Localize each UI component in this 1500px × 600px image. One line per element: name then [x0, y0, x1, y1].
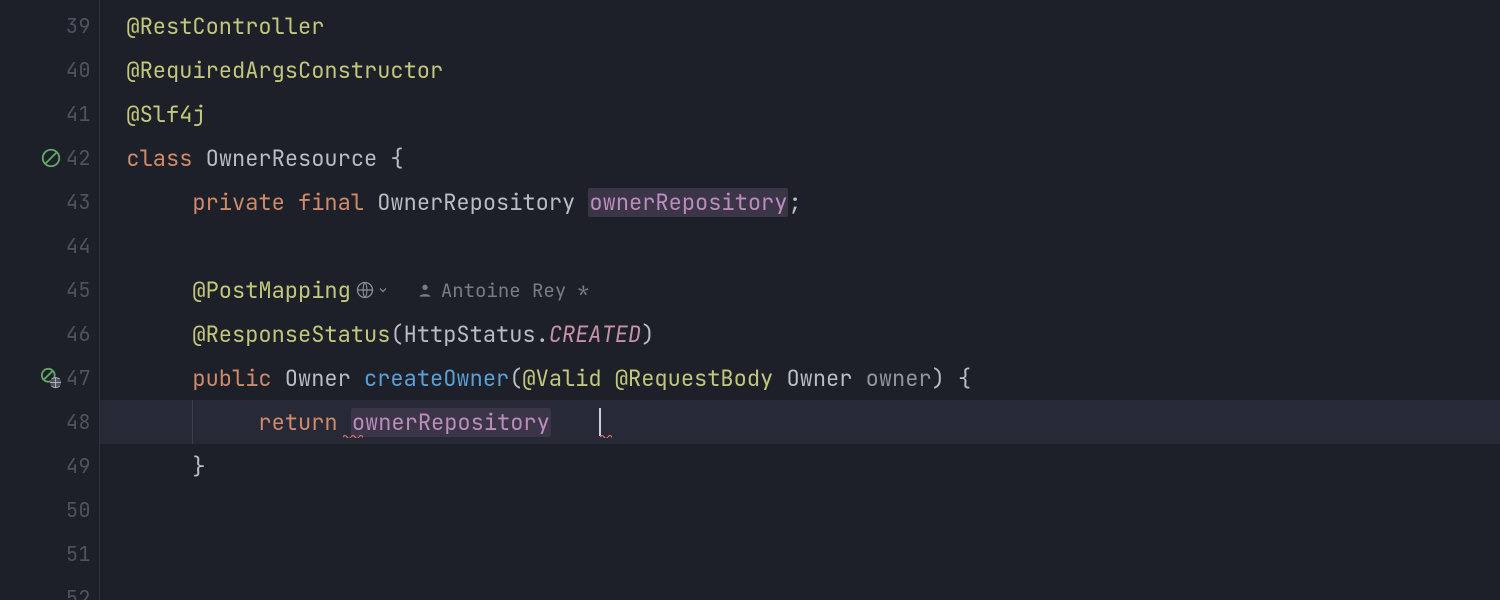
line-number: 39	[66, 13, 91, 39]
gutter-row[interactable]: 43	[0, 180, 99, 224]
chevron-down-icon	[377, 284, 389, 296]
gutter-row[interactable]: 48	[0, 400, 99, 444]
code-line[interactable]: class OwnerResource {	[100, 136, 1500, 180]
line-number: 48	[66, 409, 91, 435]
gutter-row[interactable]: 39	[0, 4, 99, 48]
line-number: 52	[66, 585, 91, 600]
line-number: 46	[66, 321, 91, 347]
author-name: Antoine Rey *	[441, 278, 589, 303]
brace: }	[192, 452, 205, 481]
annotation: @Slf4j	[126, 100, 205, 129]
code-line[interactable]	[100, 576, 1500, 600]
punct: (	[390, 320, 403, 349]
code-line[interactable]: private final OwnerRepository ownerRepos…	[100, 180, 1500, 224]
annotation: @RestController	[126, 12, 324, 41]
endpoint-icon[interactable]	[40, 367, 62, 389]
code-line[interactable]: @RestController	[100, 4, 1500, 48]
annotation: @ResponseStatus	[192, 320, 390, 349]
code-area[interactable]: @RestController @RequiredArgsConstructor…	[100, 0, 1500, 600]
type: Owner	[272, 364, 364, 393]
param: owner	[866, 364, 932, 393]
code-line-current[interactable]: return ownerRepository	[100, 400, 1500, 444]
code-line[interactable]: @ResponseStatus(HttpStatus.CREATED)	[100, 312, 1500, 356]
annotation: @PostMapping	[192, 276, 350, 305]
punct: ;	[788, 188, 801, 217]
line-number: 42	[66, 145, 91, 171]
type: Owner	[786, 364, 865, 393]
author-inlay-hint[interactable]: Antoine Rey *	[417, 278, 589, 303]
code-line[interactable]: public Owner createOwner(@Valid @Request…	[100, 356, 1500, 400]
gutter-row[interactable]: 44	[0, 224, 99, 268]
keyword: private	[192, 188, 284, 217]
keyword: public	[192, 364, 271, 393]
punct: (	[509, 364, 522, 393]
keyword: return	[258, 408, 337, 437]
field-highlight: ownerRepository	[588, 188, 788, 217]
annotation: @Valid	[522, 364, 614, 393]
indent-guide	[192, 400, 193, 444]
brace: ) {	[932, 364, 972, 393]
keyword: final	[285, 188, 377, 217]
keyword: class	[126, 144, 192, 173]
person-icon	[417, 282, 433, 298]
line-number: 45	[66, 277, 91, 303]
line-number: 51	[66, 541, 91, 567]
gutter-row[interactable]: 50	[0, 488, 99, 532]
gutter-row[interactable]: 51	[0, 532, 99, 576]
gutter-row[interactable]: 40	[0, 48, 99, 92]
gutter-row[interactable]: 41	[0, 92, 99, 136]
url-inlay-hint[interactable]	[355, 280, 389, 300]
error-underline	[343, 434, 363, 438]
line-number: 47	[66, 365, 91, 391]
code-line[interactable]	[100, 488, 1500, 532]
type: OwnerRepository	[377, 188, 588, 217]
gutter-row[interactable]: 42	[0, 136, 99, 180]
no-breakpoint-icon[interactable]	[40, 147, 62, 169]
line-number: 49	[66, 453, 91, 479]
gutter-row[interactable]: 49	[0, 444, 99, 488]
code-line[interactable]: @PostMapping Antoine Rey *	[100, 268, 1500, 312]
line-number: 41	[66, 101, 91, 127]
gutter-row[interactable]: 52	[0, 576, 99, 600]
code-line[interactable]	[100, 532, 1500, 576]
brace: {	[377, 144, 403, 173]
static-field: CREATED	[549, 320, 641, 349]
gutter-row[interactable]: 46	[0, 312, 99, 356]
text-caret	[599, 408, 601, 436]
field-highlight: ownerRepository	[351, 408, 551, 437]
annotation: @RequestBody	[615, 364, 787, 393]
type: HttpStatus.	[404, 320, 549, 349]
method-name: createOwner	[364, 364, 509, 393]
error-underline	[600, 434, 612, 438]
line-number: 40	[66, 57, 91, 83]
gutter-row[interactable]: 45	[0, 268, 99, 312]
gutter: 39 40 41 42 43 44 45 46 47 48 49	[0, 0, 100, 600]
class-name: OwnerResource	[206, 144, 378, 173]
code-line[interactable]	[100, 224, 1500, 268]
line-number: 50	[66, 497, 91, 523]
code-line[interactable]: @RequiredArgsConstructor	[100, 48, 1500, 92]
globe-icon	[355, 280, 375, 300]
annotation: @RequiredArgsConstructor	[126, 56, 443, 85]
code-line[interactable]: }	[100, 444, 1500, 488]
line-number: 44	[66, 233, 91, 259]
code-line[interactable]: @Slf4j	[100, 92, 1500, 136]
punct: )	[641, 320, 654, 349]
code-editor: 39 40 41 42 43 44 45 46 47 48 49	[0, 0, 1500, 600]
gutter-row[interactable]: 47	[0, 356, 99, 400]
line-number: 43	[66, 189, 91, 215]
